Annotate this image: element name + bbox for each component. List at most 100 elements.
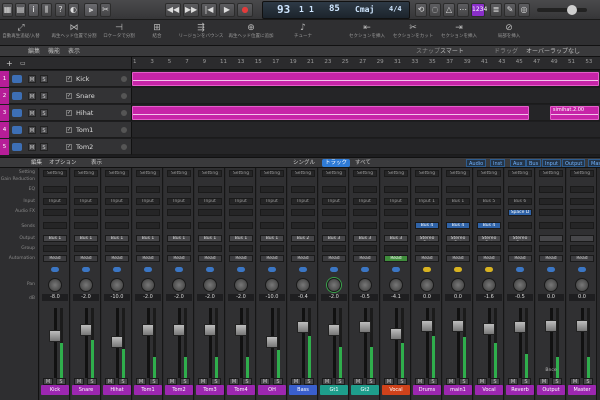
eq-display[interactable]: [446, 186, 470, 193]
group-slot[interactable]: [353, 245, 377, 252]
mute-button[interactable]: M: [353, 378, 363, 385]
input-slot[interactable]: Input: [353, 198, 377, 205]
input-slot[interactable]: Input: [167, 198, 191, 205]
input-slot[interactable]: Input: [136, 198, 160, 205]
count-in-icon[interactable]: ⋯: [457, 3, 469, 17]
volume-fader[interactable]: [390, 327, 402, 340]
audio-fx-slot[interactable]: [43, 209, 67, 216]
group-slot[interactable]: [229, 245, 253, 252]
scissors-icon[interactable]: ✂: [100, 3, 111, 17]
volume-fader[interactable]: [421, 319, 433, 332]
solo-button[interactable]: S: [490, 378, 500, 385]
automation-mode[interactable]: Read: [415, 255, 439, 262]
toolbar-item[interactable]: ⤢ 自動再生追従/入替: [0, 22, 44, 40]
automation-mode[interactable]: Read: [322, 255, 346, 262]
mute-button[interactable]: M: [105, 378, 115, 385]
toolbar-item[interactable]: ✂ セクションをカット: [390, 22, 436, 40]
automation-mode[interactable]: Read: [74, 255, 98, 262]
lcd-display[interactable]: 93 1 1 85 Cmaj 4/4: [262, 1, 410, 19]
input-slot[interactable]: Input: [384, 198, 408, 205]
channel-name[interactable]: Snare: [72, 385, 100, 395]
mute-button[interactable]: M: [198, 378, 208, 385]
eq-display[interactable]: [74, 186, 98, 193]
output-slot[interactable]: Bus 1: [105, 235, 129, 242]
rewind-icon[interactable]: ◀◀: [165, 3, 181, 17]
automation-mode[interactable]: Read: [198, 255, 222, 262]
pan-knob[interactable]: [327, 278, 341, 292]
volume-fader[interactable]: [111, 335, 123, 348]
channel-name[interactable]: Kick: [41, 385, 69, 395]
solo-button[interactable]: S: [273, 378, 283, 385]
eq-display[interactable]: [167, 186, 191, 193]
link-icon[interactable]: [113, 267, 121, 272]
track-enable-checkbox[interactable]: ✓: [66, 127, 72, 133]
automation-mode[interactable]: Read: [167, 255, 191, 262]
group-slot[interactable]: [384, 245, 408, 252]
mute-button[interactable]: M: [74, 378, 84, 385]
mixer-options-menu[interactable]: オプション: [46, 159, 80, 167]
send-slot[interactable]: [43, 222, 67, 229]
mute-button[interactable]: M: [28, 92, 36, 100]
solo-button[interactable]: S: [40, 126, 48, 134]
inspector-icon[interactable]: ▤: [15, 3, 26, 17]
track-enable-checkbox[interactable]: ✓: [66, 93, 72, 99]
send-slot[interactable]: [229, 222, 253, 229]
pan-knob[interactable]: [234, 278, 248, 292]
mute-button[interactable]: M: [167, 378, 177, 385]
solo-button[interactable]: S: [459, 378, 469, 385]
toolbar-item[interactable]: ♪ チューナ: [280, 22, 326, 40]
audio-fx-slot[interactable]: [570, 209, 594, 216]
toolbar-item[interactable]: ⇥ セクションを挿入: [436, 22, 482, 40]
send-slot[interactable]: [167, 222, 191, 229]
solo-button[interactable]: S: [428, 378, 438, 385]
input-slot[interactable]: Input: [229, 198, 253, 205]
send-slot[interactable]: [260, 222, 284, 229]
input-slot[interactable]: Bus 1: [446, 198, 470, 205]
play-icon[interactable]: ▶: [219, 3, 235, 17]
channel-name[interactable]: Tom3: [196, 385, 224, 395]
channel-name[interactable]: main1: [444, 385, 472, 395]
eq-display[interactable]: [291, 186, 315, 193]
eq-display[interactable]: [105, 186, 129, 193]
channel-name[interactable]: Gt2: [351, 385, 379, 395]
info-icon[interactable]: i: [28, 3, 39, 17]
input-slot[interactable]: [539, 198, 563, 205]
link-icon[interactable]: [330, 267, 338, 272]
send-slot[interactable]: Bus 4: [415, 222, 439, 229]
setting-button[interactable]: Setting: [322, 170, 346, 177]
channel-name[interactable]: Tom2: [165, 385, 193, 395]
channel-name[interactable]: Vocal: [382, 385, 410, 395]
channel-name[interactable]: Vocal: [475, 385, 503, 395]
audio-fx-slot[interactable]: [198, 209, 222, 216]
mute-button[interactable]: M: [384, 378, 394, 385]
setting-button[interactable]: Setting: [353, 170, 377, 177]
send-slot[interactable]: [74, 222, 98, 229]
channel-name[interactable]: Bass: [289, 385, 317, 395]
solo-button[interactable]: S: [56, 378, 66, 385]
solo-button[interactable]: S: [366, 378, 376, 385]
link-icon[interactable]: [361, 267, 369, 272]
mixer-filter-inst[interactable]: Inst: [490, 159, 506, 167]
mixer-filter-aux[interactable]: Aux: [510, 159, 526, 167]
mixer-filter-output[interactable]: Output: [562, 159, 586, 167]
solo-button[interactable]: S: [304, 378, 314, 385]
setting-button[interactable]: Setting: [74, 170, 98, 177]
link-icon[interactable]: [206, 267, 214, 272]
link-icon[interactable]: [144, 267, 152, 272]
setting-button[interactable]: Setting: [136, 170, 160, 177]
setting-button[interactable]: Setting: [477, 170, 501, 177]
volume-fader[interactable]: [483, 322, 495, 335]
automation-mode[interactable]: Read: [477, 255, 501, 262]
cycle-icon[interactable]: ⟲: [415, 3, 427, 17]
pan-knob[interactable]: [265, 278, 279, 292]
pan-knob[interactable]: [296, 278, 310, 292]
audio-fx-slot[interactable]: [291, 209, 315, 216]
track-lane[interactable]: [132, 122, 600, 138]
eq-display[interactable]: [508, 186, 532, 193]
mute-button[interactable]: M: [43, 378, 53, 385]
setting-button[interactable]: Setting: [43, 170, 67, 177]
folder-icon[interactable]: ▭: [20, 60, 26, 67]
automation-mode[interactable]: Read: [539, 255, 563, 262]
mixer-view-menu[interactable]: 表示: [88, 159, 105, 167]
group-slot[interactable]: [539, 245, 563, 252]
